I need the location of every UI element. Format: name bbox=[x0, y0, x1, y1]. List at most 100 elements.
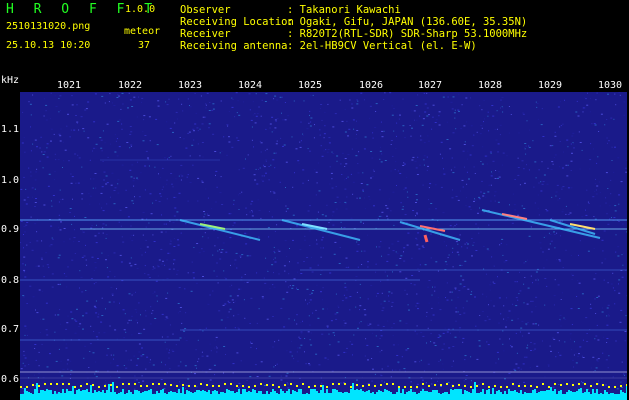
noise-pixel bbox=[494, 128, 497, 130]
noise-pixel bbox=[590, 303, 592, 305]
noise-pixel bbox=[278, 250, 281, 252]
noise-pixel bbox=[258, 168, 259, 170]
noise-pixel bbox=[452, 172, 455, 174]
noise-pixel bbox=[237, 140, 240, 141]
baseline-bar bbox=[478, 393, 480, 400]
noise-pixel bbox=[69, 136, 71, 138]
noise-pixel bbox=[571, 273, 573, 275]
noise-pixel bbox=[515, 363, 518, 365]
noise-pixel bbox=[442, 212, 445, 214]
noise-pixel bbox=[522, 113, 525, 115]
noise-pixel bbox=[50, 200, 52, 202]
noise-pixel bbox=[489, 151, 492, 153]
noise-pixel bbox=[623, 252, 625, 254]
noise-pixel bbox=[524, 277, 526, 278]
noise-pixel bbox=[333, 253, 336, 255]
noise-pixel bbox=[439, 335, 442, 337]
noise-pixel bbox=[350, 173, 352, 175]
noise-pixel bbox=[79, 287, 80, 289]
noise-pixel bbox=[52, 238, 54, 240]
noise-pixel bbox=[157, 266, 160, 268]
noise-pixel bbox=[97, 232, 100, 234]
noise-pixel bbox=[481, 109, 483, 111]
noise-pixel bbox=[449, 332, 451, 334]
noise-pixel bbox=[535, 101, 537, 103]
noise-pixel bbox=[286, 372, 289, 374]
noise-pixel bbox=[491, 105, 494, 106]
baseline-bar bbox=[612, 393, 614, 400]
noise-pixel bbox=[76, 104, 78, 106]
noise-pixel bbox=[540, 181, 542, 183]
noise-pixel bbox=[189, 106, 192, 108]
noise-pixel bbox=[259, 140, 261, 142]
noise-pixel bbox=[208, 123, 211, 125]
noise-pixel bbox=[559, 141, 561, 142]
noise-pixel bbox=[389, 92, 392, 94]
noise-pixel bbox=[623, 373, 625, 375]
noise-pixel bbox=[105, 259, 107, 261]
noise-pixel bbox=[59, 135, 62, 137]
noise-pixel bbox=[138, 343, 141, 345]
noise-pixel bbox=[463, 125, 466, 127]
noise-pixel bbox=[309, 114, 310, 116]
noise-pixel bbox=[421, 387, 424, 389]
noise-pixel bbox=[103, 332, 106, 334]
noise-pixel bbox=[605, 359, 608, 361]
noise-pixel bbox=[320, 256, 322, 258]
noise-pixel bbox=[330, 320, 333, 322]
baseline-peak bbox=[332, 383, 334, 385]
noise-pixel bbox=[512, 303, 514, 305]
noise-pixel bbox=[159, 193, 162, 195]
noise-pixel bbox=[276, 224, 278, 226]
noise-pixel bbox=[526, 324, 527, 326]
noise-pixel bbox=[363, 148, 366, 150]
noise-pixel bbox=[155, 280, 158, 282]
noise-pixel bbox=[65, 347, 68, 349]
baseline-bar bbox=[46, 389, 48, 400]
noise-pixel bbox=[451, 291, 453, 293]
spectrogram-background bbox=[20, 92, 627, 400]
noise-pixel bbox=[296, 314, 298, 316]
noise-pixel bbox=[429, 183, 432, 185]
noise-pixel bbox=[148, 165, 150, 167]
noise-pixel bbox=[131, 294, 133, 296]
noise-pixel bbox=[440, 141, 443, 143]
noise-pixel bbox=[614, 210, 617, 212]
baseline-bar bbox=[124, 394, 126, 400]
noise-pixel bbox=[553, 231, 555, 233]
baseline-bar bbox=[130, 392, 132, 400]
noise-pixel bbox=[254, 122, 257, 124]
noise-pixel bbox=[144, 251, 146, 253]
noise-pixel bbox=[350, 217, 353, 219]
noise-pixel bbox=[437, 337, 440, 338]
baseline-bar bbox=[270, 392, 272, 400]
noise-pixel bbox=[334, 113, 337, 115]
noise-pixel bbox=[164, 364, 166, 366]
baseline-peak bbox=[548, 386, 550, 388]
noise-pixel bbox=[435, 208, 437, 210]
noise-pixel bbox=[128, 359, 130, 361]
noise-pixel bbox=[569, 333, 572, 335]
noise-pixel bbox=[621, 223, 624, 225]
noise-pixel bbox=[553, 295, 556, 297]
noise-pixel bbox=[456, 223, 458, 225]
noise-pixel bbox=[407, 196, 409, 198]
noise-pixel bbox=[382, 326, 385, 327]
noise-pixel bbox=[166, 223, 167, 225]
noise-pixel bbox=[536, 365, 539, 367]
noise-pixel bbox=[237, 327, 240, 329]
noise-pixel bbox=[573, 143, 575, 145]
noise-pixel bbox=[306, 257, 309, 258]
noise-pixel bbox=[387, 254, 390, 256]
noise-pixel bbox=[326, 325, 329, 327]
noise-pixel bbox=[349, 309, 351, 311]
noise-pixel bbox=[233, 302, 235, 303]
noise-pixel bbox=[428, 187, 430, 189]
noise-pixel bbox=[131, 315, 133, 317]
noise-pixel bbox=[495, 139, 498, 141]
noise-pixel bbox=[81, 256, 84, 258]
noise-pixel bbox=[169, 239, 171, 241]
noise-pixel bbox=[41, 240, 43, 242]
noise-pixel bbox=[559, 260, 562, 262]
noise-pixel bbox=[475, 325, 477, 327]
